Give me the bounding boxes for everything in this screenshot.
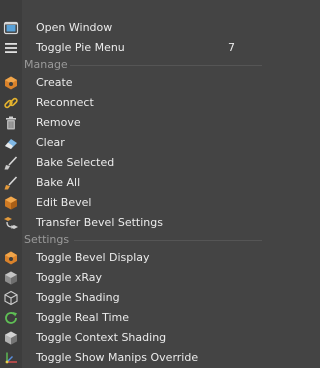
section-divider	[74, 240, 262, 241]
menu-item-bake-all[interactable]: Bake All	[0, 173, 262, 193]
bake-all-icon	[3, 175, 19, 191]
menu-item-label: Create	[36, 76, 73, 89]
chain-link-icon	[3, 95, 19, 111]
bevel-display-icon	[3, 250, 19, 266]
menu-list-icon	[3, 40, 19, 56]
edit-cube-icon	[3, 195, 19, 211]
menu-item-toggle-bevel-display[interactable]: Toggle Bevel Display	[0, 248, 262, 268]
context-shading-icon	[3, 330, 19, 346]
create-bevel-icon	[3, 75, 19, 91]
menu-item-label: Edit Bevel	[36, 196, 92, 209]
menu-item-label: Toggle Shading	[36, 291, 120, 304]
context-menu: Open Window Toggle Pie Menu 7 Manage Cre…	[0, 0, 262, 368]
menu-item-create[interactable]: Create	[0, 73, 262, 93]
section-header-settings: Settings	[22, 233, 262, 247]
menu-item-toggle-pie-menu[interactable]: Toggle Pie Menu 7	[0, 38, 262, 58]
menu-item-label: Toggle Show Manips Override	[36, 351, 199, 364]
menu-item-label: Toggle Bevel Display	[36, 251, 150, 264]
xray-cube-icon	[3, 270, 19, 286]
section-title: Manage	[24, 58, 68, 71]
shortcut-key: 7	[228, 41, 235, 54]
menu-item-label: Remove	[36, 116, 81, 129]
menu-item-label: Reconnect	[36, 96, 94, 109]
menu-item-label: Toggle Context Shading	[36, 331, 167, 344]
shading-cube-icon	[3, 290, 19, 306]
menu-item-label: Bake All	[36, 176, 81, 189]
menu-item-bake-selected[interactable]: Bake Selected	[0, 153, 262, 173]
menu-item-toggle-context-shading[interactable]: Toggle Context Shading	[0, 328, 262, 348]
window-icon	[3, 20, 19, 36]
menu-item-label: Clear	[36, 136, 65, 149]
menu-item-label: Toggle xRay	[36, 271, 103, 284]
eraser-icon	[3, 135, 19, 151]
section-title: Settings	[24, 233, 70, 246]
section-divider	[70, 65, 262, 66]
menu-item-open-window[interactable]: Open Window	[0, 18, 262, 38]
menu-item-label: Transfer Bevel Settings	[36, 216, 163, 229]
menu-item-toggle-shading[interactable]: Toggle Shading	[0, 288, 262, 308]
refresh-icon	[3, 310, 19, 326]
menu-item-label: Toggle Pie Menu	[36, 41, 125, 54]
menu-item-toggle-xray[interactable]: Toggle xRay	[0, 268, 262, 288]
menu-item-clear[interactable]: Clear	[0, 133, 262, 153]
trash-icon	[3, 115, 19, 131]
menu-item-toggle-show-manips-override[interactable]: Toggle Show Manips Override	[0, 348, 262, 368]
menu-item-toggle-real-time[interactable]: Toggle Real Time	[0, 308, 262, 328]
section-header-manage: Manage	[22, 58, 262, 72]
transfer-icon	[3, 215, 19, 231]
menu-item-label: Toggle Real Time	[36, 311, 129, 324]
bake-brush-icon	[3, 155, 19, 171]
menu-item-remove[interactable]: Remove	[0, 113, 262, 133]
menu-item-label: Bake Selected	[36, 156, 115, 169]
menu-item-label: Open Window	[36, 21, 113, 34]
menu-item-edit-bevel[interactable]: Edit Bevel	[0, 193, 262, 213]
menu-item-transfer-bevel-settings[interactable]: Transfer Bevel Settings	[0, 213, 262, 233]
menu-item-reconnect[interactable]: Reconnect	[0, 93, 262, 113]
manipulator-axes-icon	[3, 350, 19, 366]
